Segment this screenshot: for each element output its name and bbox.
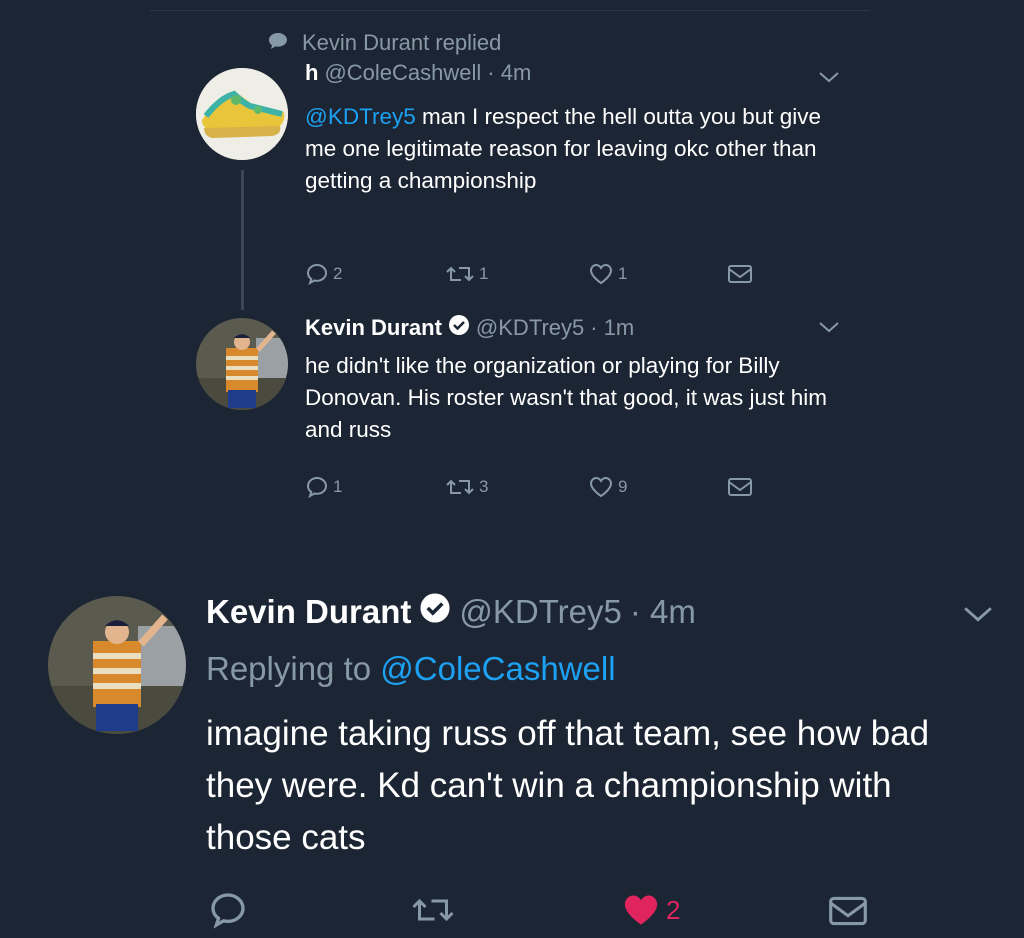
tweet3-header: Kevin Durant @KDTrey5 · 4m <box>206 592 696 632</box>
retweet-icon <box>410 892 456 928</box>
tweet2-like-button[interactable]: 9 <box>588 475 627 499</box>
speech-bubble-icon <box>268 32 288 55</box>
chevron-down-icon[interactable] <box>818 320 840 339</box>
tweet1-text: @KDTrey5 man I respect the hell outta yo… <box>305 101 825 198</box>
chevron-down-icon[interactable] <box>818 70 840 89</box>
reply-context: Kevin Durant replied <box>268 30 501 56</box>
reply-icon <box>208 890 248 930</box>
tweet2-reply-button[interactable]: 1 <box>305 475 342 499</box>
tweet2-header: Kevin Durant @KDTrey5 · 1m <box>305 314 634 342</box>
profile-photo <box>48 596 186 734</box>
avatar-colecashwell[interactable] <box>196 68 288 160</box>
tweet1-header: h @ColeCashwell · 4m <box>305 60 531 86</box>
tweet3-time[interactable]: · 4m <box>630 593 696 631</box>
tweet2-message-button[interactable] <box>726 475 754 499</box>
thread-line <box>241 170 244 310</box>
tweet2-like-count: 9 <box>618 477 628 496</box>
like-icon <box>588 262 614 286</box>
tweet1-message-button[interactable] <box>726 262 754 286</box>
avatar-kdtrey5-small[interactable] <box>196 318 288 410</box>
replying-to-link[interactable]: @ColeCashwell <box>380 650 615 687</box>
tweet2-time[interactable]: · 1m <box>590 315 634 341</box>
tweet1-retweet-count: 1 <box>479 264 489 283</box>
tweet2-display-name[interactable]: Kevin Durant <box>305 315 442 341</box>
tweet1-time[interactable]: · 4m <box>487 60 531 86</box>
tweet1-handle[interactable]: @ColeCashwell <box>324 60 481 86</box>
tweet1-like-button[interactable]: 1 <box>588 262 627 286</box>
tweet2-retweet-count: 3 <box>479 477 489 496</box>
tweet2-retweet-button[interactable]: 3 <box>445 475 488 499</box>
verified-badge-icon <box>448 314 470 342</box>
tweet3-handle[interactable]: @KDTrey5 <box>459 593 621 631</box>
tweet1-mention[interactable]: @KDTrey5 <box>305 104 416 129</box>
chevron-down-icon[interactable] <box>962 604 994 629</box>
tweet3-reply-button[interactable] <box>208 890 248 930</box>
tweet1-retweet-button[interactable]: 1 <box>445 262 488 286</box>
reply-icon <box>305 475 329 499</box>
message-icon <box>726 262 754 286</box>
avatar-kdtrey5-large[interactable] <box>48 596 186 734</box>
tweet1-like-count: 1 <box>618 264 628 283</box>
tweet1-reply-count: 2 <box>333 264 343 283</box>
tweet3-like-button[interactable]: 2 <box>620 890 680 930</box>
profile-photo <box>196 318 288 410</box>
replying-prefix: Replying to <box>206 650 381 687</box>
verified-badge-icon <box>419 592 451 632</box>
tweet2-text: he didn't like the organization or playi… <box>305 353 828 443</box>
reply-icon <box>305 262 329 286</box>
tweet3-message-button[interactable] <box>826 892 870 930</box>
sneaker-image <box>196 68 288 160</box>
top-divider <box>150 10 870 11</box>
retweet-icon <box>445 262 475 286</box>
message-icon <box>826 892 870 930</box>
tweet3-retweet-button[interactable] <box>410 892 456 928</box>
tweet2-handle[interactable]: @KDTrey5 <box>476 315 584 341</box>
like-icon <box>588 475 614 499</box>
tweet3-replying-to: Replying to @ColeCashwell <box>206 650 616 688</box>
tweet3-text: imagine taking russ off that team, see h… <box>206 714 930 857</box>
tweet3-like-count: 2 <box>666 894 681 925</box>
replied-text: Kevin Durant replied <box>302 30 502 55</box>
like-icon <box>620 890 662 930</box>
message-icon <box>726 475 754 499</box>
retweet-icon <box>445 475 475 499</box>
tweet1-display-name[interactable]: h <box>305 60 318 86</box>
tweet3-display-name[interactable]: Kevin Durant <box>206 593 411 631</box>
tweet1-reply-button[interactable]: 2 <box>305 262 342 286</box>
tweet2-reply-count: 1 <box>333 477 343 496</box>
